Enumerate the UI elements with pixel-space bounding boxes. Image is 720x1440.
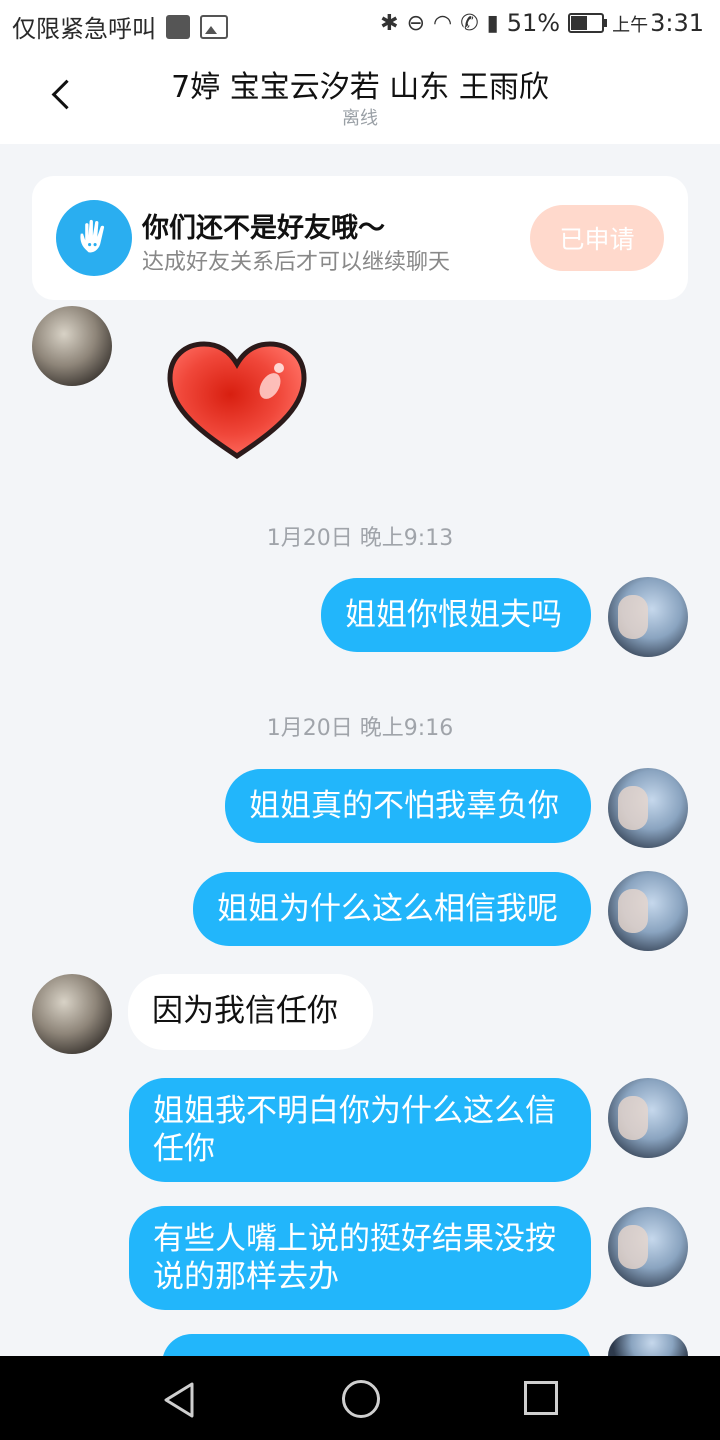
bluetooth-icon: ✱ — [380, 10, 399, 36]
avatar-them[interactable] — [32, 974, 112, 1054]
do-not-disturb-icon: ⊖ — [406, 10, 425, 36]
notification-app-icon — [166, 14, 190, 39]
avatar-me[interactable] — [608, 1334, 688, 1356]
battery-percent: 51% — [506, 9, 561, 37]
recent-apps-square-icon[interactable] — [524, 1381, 558, 1415]
heart-sticker — [167, 341, 307, 460]
emergency-call-text: 仅限紧急呼叫 — [12, 15, 156, 43]
clock: 3:31 — [650, 9, 704, 37]
chat-title: 7婷 宝宝云汐若 山东 王雨欣 — [171, 70, 549, 105]
avatar-me[interactable] — [608, 577, 688, 657]
applied-button[interactable]: 已申请 — [530, 205, 664, 271]
message-bubble-me[interactable]: 有些人嘴上说的挺好结果没按 说的那样去办 — [129, 1206, 591, 1310]
gallery-icon — [200, 14, 228, 39]
system-nav-bar — [0, 1356, 720, 1440]
status-bar: 仅限紧急呼叫 ✱ ⊖ ◠ ✆ ▮ 51% 上午3:31 — [0, 0, 720, 50]
message-bubble-me[interactable]: 姐姐为什么这么相信我呢 — [193, 872, 591, 946]
signal-icon: ▮ — [486, 10, 499, 36]
avatar-them[interactable] — [32, 306, 112, 386]
timestamp-1: 1月20日 晚上9:13 — [266, 526, 454, 551]
message-bubble-me[interactable]: 姐姐你恨姐夫吗 — [321, 578, 591, 652]
friend-card-title: 你们还不是好友哦～ — [142, 213, 385, 244]
ampm-label: 上午 — [612, 15, 649, 36]
chat-header: 7婷 宝宝云汐若 山东 王雨欣 离线 — [0, 50, 720, 144]
wifi-icon: ◠ — [433, 10, 453, 36]
home-circle-icon[interactable] — [342, 1380, 380, 1418]
friend-card-subtitle: 达成好友关系后才可以继续聊天 — [142, 250, 451, 275]
message-bubble-me[interactable]: 姐姐真的不怕我辜负你 — [225, 769, 591, 843]
message-bubble-me[interactable]: 姐姐我不明白你为什么这么信 任你 — [129, 1078, 591, 1182]
waving-hand-icon — [56, 200, 132, 276]
avatar-me[interactable] — [608, 871, 688, 951]
avatar-me[interactable] — [608, 1207, 688, 1287]
back-triangle-icon[interactable] — [160, 1380, 200, 1420]
avatar-me[interactable] — [608, 768, 688, 848]
battery-icon — [568, 13, 608, 33]
friend-request-card: 你们还不是好友哦～ 达成好友关系后才可以继续聊天 已申请 — [32, 176, 688, 300]
timestamp-2: 1月20日 晚上9:16 — [266, 716, 454, 741]
call-blocked-icon: ✆ — [460, 10, 479, 36]
online-status: 离线 — [342, 108, 378, 129]
avatar-me[interactable] — [608, 1078, 688, 1158]
message-bubble-them[interactable]: 因为我信任你 — [128, 974, 373, 1050]
